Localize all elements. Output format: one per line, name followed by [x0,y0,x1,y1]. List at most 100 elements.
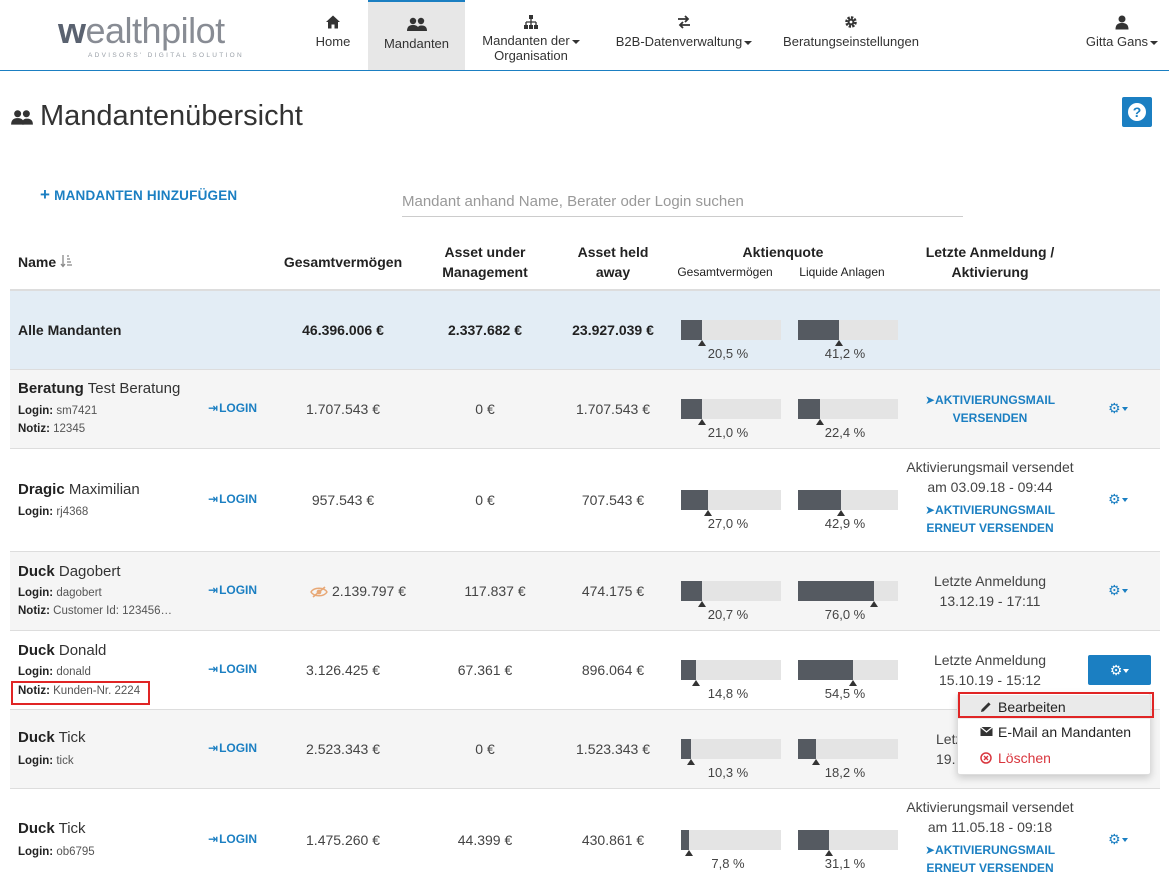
table-row[interactable]: Duck Tick Login: ob6795 ⇥LOGIN 1.475.260… [10,789,1160,890]
client-name[interactable]: Dragic Maximilian [18,481,140,498]
client-name[interactable]: Duck Dagobert [18,563,121,580]
aktienquote-liquide-bar [798,739,898,765]
client-first-name: Tick [58,729,86,746]
notiz-value: Kunden-Nr. 2224 [53,685,141,697]
aum-value: 44.399 € [457,832,513,848]
last-login-status: Letzte Anmeldung 13.12.19 - 17:11 [905,571,1075,611]
aktienquote-gesamt-value: 7,8 % [711,856,745,871]
resend-activation-mail-link[interactable]: ➤AKTIVIERUNGSMAIL ERNEUT VERSENDEN [915,841,1065,877]
aktienquote-gesamt-bar [681,320,781,346]
client-first-name: Tick [58,820,86,837]
held-value: 896.064 € [581,662,645,678]
table-row[interactable]: Beratung Test Beratung Login: sm7421 Not… [10,370,1160,449]
page-title-text: Mandantenübersicht [40,100,303,132]
login-as-client-button[interactable]: ⇥LOGIN [208,741,257,755]
menu-item-bearbeiten[interactable]: Bearbeiten [958,695,1150,719]
sign-in-icon: ⇥ [208,741,219,755]
row-actions-menu[interactable]: ⚙ [1108,582,1128,599]
table-row[interactable]: Duck Dagobert Login: dagobert Notiz: Cus… [10,552,1160,631]
aktienquote-gesamt-value: 10,3 % [707,765,749,780]
aktienquote-liquide-value: 31,1 % [824,856,866,871]
users-icon [406,17,427,31]
login-as-client-button[interactable]: ⇥LOGIN [208,832,257,846]
row-actions-menu[interactable]: ⚙ [1108,400,1128,417]
aktienquote-liquide-bar [798,490,898,516]
login-value: tick [56,755,74,767]
client-name[interactable]: Duck Donald [18,642,106,659]
add-mandanten-button[interactable]: + MANDANTEN HINZUFÜGEN [40,185,237,205]
plus-icon: + [40,185,51,204]
login-as-client-button[interactable]: ⇥LOGIN [208,583,257,597]
exchange-icon [678,15,690,29]
gear-icon [845,16,857,28]
gesamt-value-text: 2.139.797 € [332,583,406,599]
table-row-total: Alle Mandanten 46.396.006 € 2.337.682 € … [10,291,1160,370]
login-as-client-button[interactable]: ⇥LOGIN [208,492,257,506]
chevron-down-icon [744,40,753,45]
client-last-name: Duck [18,563,55,580]
act-text-line2: 15.10.19 - 15:12 [939,672,1041,688]
gesamt-value: 1.707.543 € [306,401,380,417]
nav-home[interactable]: Home [300,0,366,70]
column-header-aum[interactable]: Asset under Management [425,242,545,282]
login-value: sm7421 [56,405,98,417]
nav-mandanten[interactable]: Mandanten [368,0,465,70]
column-subheader-liquide[interactable]: Liquide Anlagen [790,265,894,279]
column-subheader-gesamt[interactable]: Gesamtvermögen [670,265,780,279]
table-row[interactable]: Dragic Maximilian Login: rj4368 ⇥LOGIN 9… [10,449,1160,552]
send-activation-mail-link[interactable]: ➤AKTIVIERUNGSMAIL VERSENDEN [915,391,1065,427]
nav-beratungseinstellungen[interactable]: Beratungseinstellungen [778,0,924,70]
aktienquote-gesamt-value: 20,5 % [707,346,749,361]
aum-value: 117.837 € [464,583,526,599]
act-text-line1: Letzte Anmeldung [933,573,1047,589]
nav-user-menu[interactable]: Gitta Gans [1080,0,1164,70]
row-actions-menu[interactable]: ⚙ [1108,491,1128,508]
act-link-line2: VERSENDEN [952,411,1028,425]
search-input[interactable] [402,186,963,217]
row-actions-menu-open[interactable]: ⚙ [1088,655,1151,685]
client-name[interactable]: Duck Tick [18,820,86,837]
login-as-client-button[interactable]: ⇥LOGIN [208,662,257,676]
column-header-held-away[interactable]: Asset held away [558,242,668,282]
client-name[interactable]: Duck Tick [18,729,86,746]
client-login: Login: rj4368 [18,506,88,518]
login-as-client-button[interactable]: ⇥LOGIN [208,401,257,415]
client-last-name: Duck [18,642,55,659]
menu-item-loeschen[interactable]: Löschen [958,746,1150,770]
column-header-gesamt[interactable]: Gesamtvermögen [273,252,413,272]
held-value: 430.861 € [581,832,645,848]
aktienquote-gesamt-bar [681,581,781,607]
gear-icon: ⚙ [1108,400,1121,416]
users-icon [11,110,33,125]
home-icon [326,15,340,29]
aum-value: 67.361 € [457,662,513,678]
client-name[interactable]: Beratung Test Beratung [18,380,180,397]
act-text-line1: Aktivierungsmail versendet [906,459,1074,475]
nav-user-label: Gitta Gans [1085,34,1149,49]
gear-icon: ⚙ [1109,662,1123,678]
row-actions-menu[interactable]: ⚙ [1108,831,1128,848]
menu-item-email[interactable]: E-Mail an Mandanten [958,720,1150,744]
sign-in-icon: ⇥ [208,583,219,597]
column-header-letzte-anmeldung[interactable]: Letzte Anmeldung / Aktivierung [905,242,1075,282]
column-header-aktienquote: Aktienquote [742,244,824,260]
gesamt-value: 957.543 € [311,492,375,508]
aktienquote-gesamt-bar [681,739,781,765]
act-link-line1: AKTIVIERUNGSMAIL [935,393,1056,407]
sign-in-icon: ⇥ [208,401,219,415]
activation-status: Aktivierungsmail versendet am 03.09.18 - … [905,457,1075,497]
notiz-label: Notiz: [18,605,50,617]
nav-b2b-datenverwaltung[interactable]: B2B-Datenverwaltung [604,0,764,70]
add-mandanten-label: MANDANTEN HINZUFÜGEN [54,188,238,203]
wealthpilot-logo[interactable]: wealthpilot ADVISORS' DIGITAL SOLUTION [58,10,248,60]
chevron-down-icon [571,39,580,44]
column-header-name[interactable]: Name [18,252,73,272]
column-header-held-line2: away [595,264,631,280]
resend-activation-mail-link[interactable]: ➤AKTIVIERUNGSMAIL ERNEUT VERSENDEN [915,501,1065,537]
help-button[interactable]: ? [1122,97,1152,127]
column-header-aum-line1: Asset under [444,244,526,260]
aktienquote-liquide-value: 22,4 % [824,425,866,440]
nav-mandanten-organisation[interactable]: Mandanten der Organisation [472,0,590,70]
nav-b2b-label: B2B-Datenverwaltung [615,34,743,49]
client-notiz: Notiz: 12345 [18,423,85,435]
